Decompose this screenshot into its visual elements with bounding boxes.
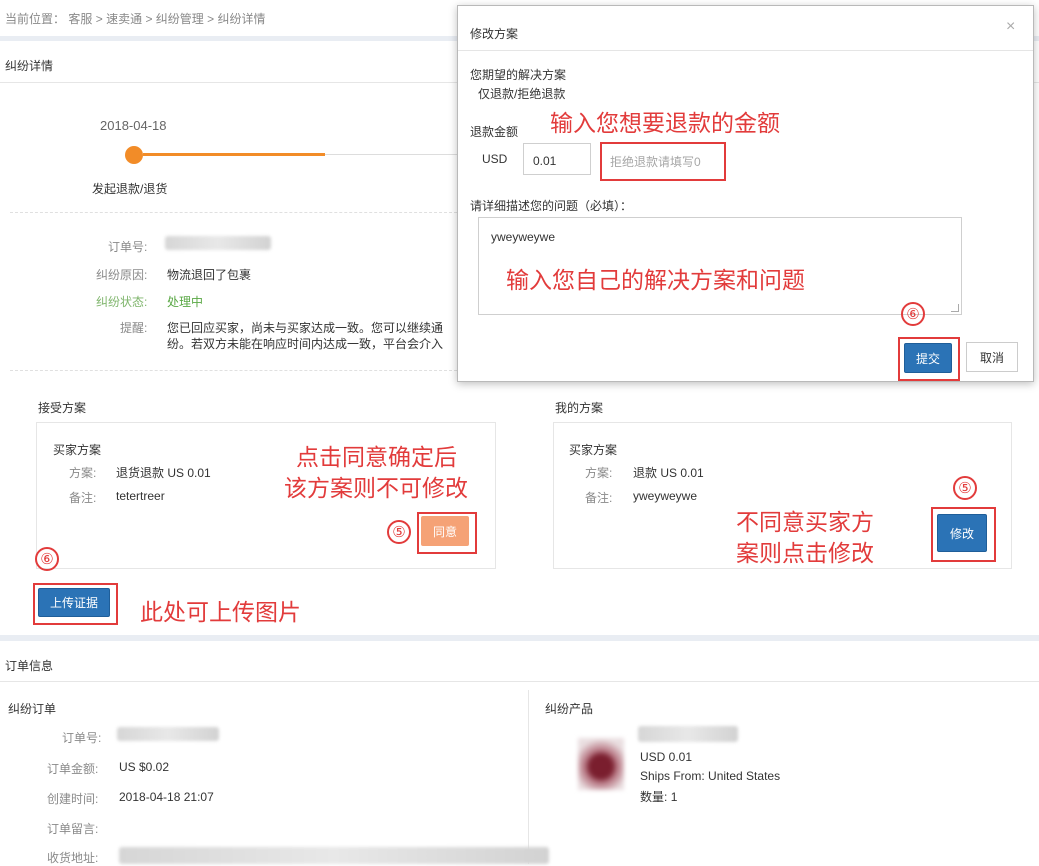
order-no-label: 订单号: — [62, 731, 102, 745]
my-plan-card-title: 买家方案 — [569, 443, 618, 457]
refund-amount-label: 退款金额 — [470, 125, 519, 139]
quantity-line: 数量: 1 — [640, 788, 677, 805]
annotation-upload-hint: 此处可上传图片 — [140, 600, 301, 626]
annotation-agree-line1: 点击同意确定后 — [296, 445, 457, 471]
cancel-button[interactable]: 取消 — [966, 342, 1018, 372]
timeline-dot — [125, 146, 143, 164]
section-divider — [0, 635, 1039, 641]
breadcrumb-separator: > — [145, 12, 153, 26]
plan-label: 方案: — [69, 466, 97, 480]
breadcrumb: 当前位置： 客服 > 速卖通 > 纠纷管理 > 纠纷详情 — [5, 10, 266, 27]
address-label: 收货地址: — [47, 851, 99, 865]
breadcrumb-item-dispute-mgmt[interactable]: 纠纷管理 — [156, 12, 204, 26]
status-label: 纠纷状态: — [96, 295, 148, 309]
divider — [10, 370, 457, 371]
dispute-section-title: 纠纷详情 — [5, 59, 54, 73]
divider — [10, 212, 457, 213]
order-info-title: 订单信息 — [5, 659, 54, 673]
plan-value: 退货退款 US 0.01 — [116, 466, 211, 480]
my-plan-title: 我的方案 — [555, 401, 604, 415]
created-label: 创建时间: — [47, 792, 99, 806]
step-5-marker: ⑤ — [953, 476, 977, 500]
created-value: 2018-04-18 21:07 — [119, 790, 214, 804]
note-value: tetertreer — [116, 489, 165, 503]
step-5-marker: ⑤ — [387, 520, 411, 544]
accept-plan-title: 接受方案 — [38, 401, 87, 415]
address-blurred — [119, 847, 549, 864]
dispute-product-title: 纠纷产品 — [545, 702, 594, 716]
quantity-label: 数量: — [640, 790, 668, 804]
column-divider — [528, 690, 529, 864]
annotation-agree-line2: 该方案则不可修改 — [284, 476, 468, 502]
description-text: yweyweywe — [491, 230, 556, 244]
amount-label: 订单金额: — [47, 762, 99, 776]
breadcrumb-item-sumaitong[interactable]: 速卖通 — [106, 12, 142, 26]
divider — [0, 681, 1039, 682]
order-no-blurred — [117, 727, 219, 741]
reason-label: 纠纷原因: — [96, 268, 148, 282]
reason-value: 物流退回了包裹 — [167, 268, 252, 282]
note-label: 备注: — [69, 491, 97, 505]
timeline-date: 2018-04-18 — [100, 118, 167, 133]
message-label: 订单留言: — [47, 822, 99, 836]
breadcrumb-item-kefu[interactable]: 客服 — [68, 12, 92, 26]
refund-amount-input[interactable]: 0.01 — [523, 143, 591, 175]
resize-handle-icon — [951, 304, 959, 312]
ships-from-line: Ships From: United States — [640, 769, 780, 783]
expected-solution-label: 您期望的解决方案 — [470, 68, 567, 82]
remind-text-line1: 您已回应买家，尚未与买家达成一致。您可以继续通 — [167, 321, 444, 335]
breadcrumb-separator: > — [95, 12, 103, 26]
modify-plan-dialog: 修改方案 × 您期望的解决方案 仅退款/拒绝退款 退款金额 USD 0.01 拒… — [457, 5, 1034, 382]
product-thumbnail — [578, 738, 624, 790]
upload-evidence-button[interactable]: 上传证据 — [38, 588, 110, 617]
order-no-label: 订单号: — [108, 240, 148, 254]
ships-from-value: United States — [708, 769, 781, 783]
timeline-step-label: 发起退款/退货 — [92, 182, 168, 196]
currency-label: USD — [482, 152, 508, 166]
quantity-value: 1 — [670, 790, 678, 804]
buyer-plan-card-title: 买家方案 — [53, 443, 102, 457]
remind-text-line2: 纷。若双方未能在响应时间内达成一致，平台会介入 — [167, 337, 444, 351]
expected-solution-value: 仅退款/拒绝退款 — [478, 87, 566, 101]
annotation-enter-solution: 输入您自己的解决方案和问题 — [506, 268, 805, 294]
product-name-blurred — [638, 726, 738, 742]
amount-value: US $0.02 — [119, 760, 170, 774]
step-6-marker: ⑥ — [901, 302, 925, 326]
status-value: 处理中 — [167, 295, 204, 309]
description-label: 请详细描述您的问题（必填）： — [470, 199, 633, 213]
dialog-header-divider — [458, 50, 1033, 51]
step-6-marker: ⑥ — [35, 547, 59, 571]
annotation-enter-amount: 输入您想要退款的金额 — [550, 111, 780, 137]
breadcrumb-separator: > — [207, 12, 215, 26]
timeline-line — [143, 153, 325, 156]
remind-label: 提醒: — [120, 321, 148, 335]
refund-amount-hint: 拒绝退款请填写0 — [610, 155, 701, 169]
note-label: 备注: — [585, 491, 613, 505]
annotation-modify-line1: 不同意买家方 — [736, 510, 874, 536]
plan-label: 方案: — [585, 466, 613, 480]
plan-value: 退款 US 0.01 — [633, 466, 704, 480]
annotation-modify-line2: 案则点击修改 — [736, 541, 874, 567]
timeline-line-pending — [325, 154, 457, 155]
dialog-title: 修改方案 — [470, 27, 519, 41]
ships-from-label: Ships From: — [640, 769, 705, 783]
breadcrumb-prefix: 当前位置： — [5, 12, 66, 26]
agree-button[interactable]: 同意 — [421, 516, 469, 546]
dispute-order-title: 纠纷订单 — [8, 702, 57, 716]
order-no-blurred — [165, 236, 271, 250]
modify-button[interactable]: 修改 — [937, 514, 987, 552]
submit-button[interactable]: 提交 — [904, 343, 952, 373]
product-price: USD 0.01 — [640, 750, 693, 764]
breadcrumb-item-dispute-detail: 纠纷详情 — [217, 12, 266, 26]
dialog-close-icon[interactable]: × — [1006, 18, 1015, 36]
note-value: yweyweywe — [633, 489, 698, 503]
